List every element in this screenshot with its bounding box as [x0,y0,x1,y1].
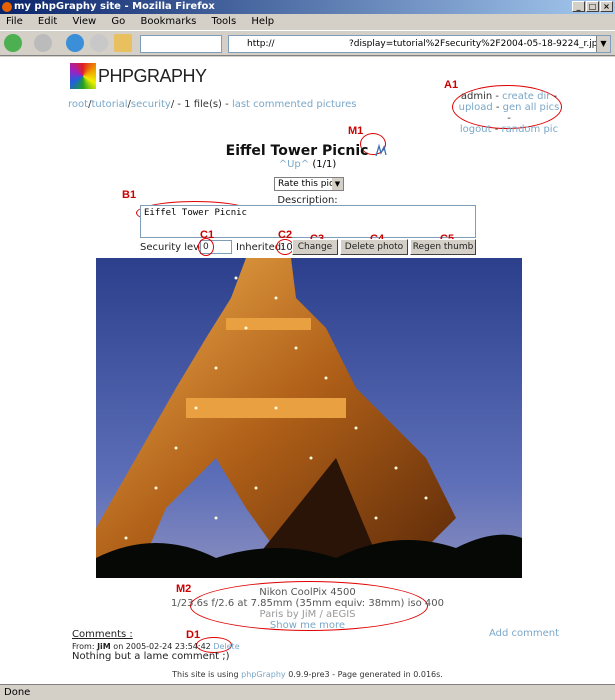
marker-m1: M1 [348,125,364,137]
comment-meta: From: JiM on 2005-02-24 23:54:42 Delete [72,642,240,651]
status-bar: Done [0,684,615,700]
close-button[interactable]: × [600,1,613,12]
description-textarea[interactable]: Eiffel Tower Picnic [140,205,476,238]
comment-delete-link[interactable]: Delete [213,642,239,651]
change-button[interactable]: Change [292,239,338,255]
menu-file[interactable]: File [6,16,23,27]
page-title: Eiffel Tower Picnic [0,143,615,159]
menu-tools[interactable]: Tools [212,16,237,27]
address-dropdown-icon[interactable]: ▼ [596,36,610,52]
back-icon[interactable] [4,34,22,52]
minimize-button[interactable]: _ [572,1,585,12]
show-more-link[interactable]: Show me more [270,620,345,631]
rate-select-label: Rate this pic [278,179,334,189]
page-title-text: Eiffel Tower Picnic [225,143,369,159]
comment-from: From: [72,642,95,651]
admin-user: admin [460,91,493,102]
exif-caption: Nikon CoolPix 4500 1/23.6s f/2.6 at 7.85… [0,587,615,631]
gen-all-pics-link[interactable]: gen all pics [503,102,560,113]
comments-heading: Comments : [72,629,133,640]
address-bar[interactable]: http:// ?display=tutorial%2Fsecurity%2F2… [228,35,611,53]
chevron-down-icon: ▼ [332,178,343,190]
footer-pre: This site is using [172,670,239,679]
up-link[interactable]: ^Up^ [279,159,309,170]
footer-post: 0.9.9-pre3 - Page generated in 0.016s. [288,670,443,679]
breadcrumb-root[interactable]: root [68,99,88,110]
add-comment-link[interactable]: Add comment [489,628,559,639]
upload-link[interactable]: upload [459,102,493,113]
photo-credit: Paris by JiM / aEGIS [259,609,356,620]
phpgraphy-link[interactable]: phpGraphy [241,670,286,679]
signature-icon[interactable] [373,143,389,159]
reload-icon[interactable] [66,34,84,52]
random-pic-link[interactable]: random pic [502,124,559,135]
breadcrumb-security[interactable]: security [131,99,171,110]
marker-d1: D1 [186,629,201,641]
menu-edit[interactable]: Edit [38,16,57,27]
home-icon[interactable] [114,34,132,52]
nav-toolbar: http:// ?display=tutorial%2Fsecurity%2F2… [0,30,615,56]
logout-link[interactable]: logout [460,124,492,135]
up-line: ^Up^ (1/1) [0,159,615,170]
menu-view[interactable]: View [72,16,96,27]
exposure-settings: 1/23.6s f/2.6 at 7.85mm (35mm equiv: 38m… [171,598,444,609]
menu-help[interactable]: Help [251,16,274,27]
site-logo[interactable]: PHPGRAPHY [70,63,207,89]
address-rest: ?display=tutorial%2Fsecurity%2F2004-05-1… [349,39,604,49]
firefox-icon [2,2,12,12]
picture-count: (1/1) [312,159,337,170]
logo-text: PHPGRAPHY [98,65,207,86]
eiffel-tower-photo [96,258,522,578]
menu-go[interactable]: Go [111,16,125,27]
menu-bar: File Edit View Go Bookmarks Tools Help [0,14,615,30]
breadcrumb-tutorial[interactable]: tutorial [91,99,127,110]
window-titlebar: my phpGraphy site - Mozilla Firefox _ □ … [0,0,615,14]
page-footer: This site is using phpGraphy 0.9.9-pre3 … [0,670,615,679]
forward-icon[interactable] [34,34,52,52]
create-dir-link[interactable]: create dir [502,91,550,102]
camera-model: Nikon CoolPix 4500 [259,587,356,598]
stop-icon[interactable] [90,34,108,52]
maximize-button[interactable]: □ [586,1,599,12]
photo-image[interactable] [96,258,522,578]
marker-a1: A1 [444,79,459,91]
regen-thumb-button[interactable]: Regen thumb [410,239,476,255]
comment-date: on 2005-02-24 23:54:42 [113,642,211,651]
security-row: Security level: 0 Inherited: 10 Change D… [140,238,480,256]
file-count: / - 1 file(s) - [170,99,229,110]
logo-icon [70,63,96,89]
search-box[interactable] [140,35,222,53]
rate-select[interactable]: Rate this pic ▼ [274,177,344,191]
marker-b1: B1 [122,189,137,201]
menu-bookmarks[interactable]: Bookmarks [140,16,196,27]
comment-author: JiM [97,642,111,651]
breadcrumb: root/tutorial/security/ - 1 file(s) - la… [68,99,357,110]
delete-photo-button[interactable]: Delete photo [340,239,408,255]
admin-menu: admin - create dir - upload - gen all pi… [458,91,560,135]
address-start: http:// [247,39,275,49]
window-title: my phpGraphy site - Mozilla Firefox [14,1,215,12]
annotation-ellipse-c1 [198,238,214,256]
last-commented-link[interactable]: last commented pictures [232,99,357,110]
page-content: PHPGRAPHY root/tutorial/security/ - 1 fi… [0,57,615,684]
comment-text: Nothing but a lame comment ;) [72,651,230,662]
